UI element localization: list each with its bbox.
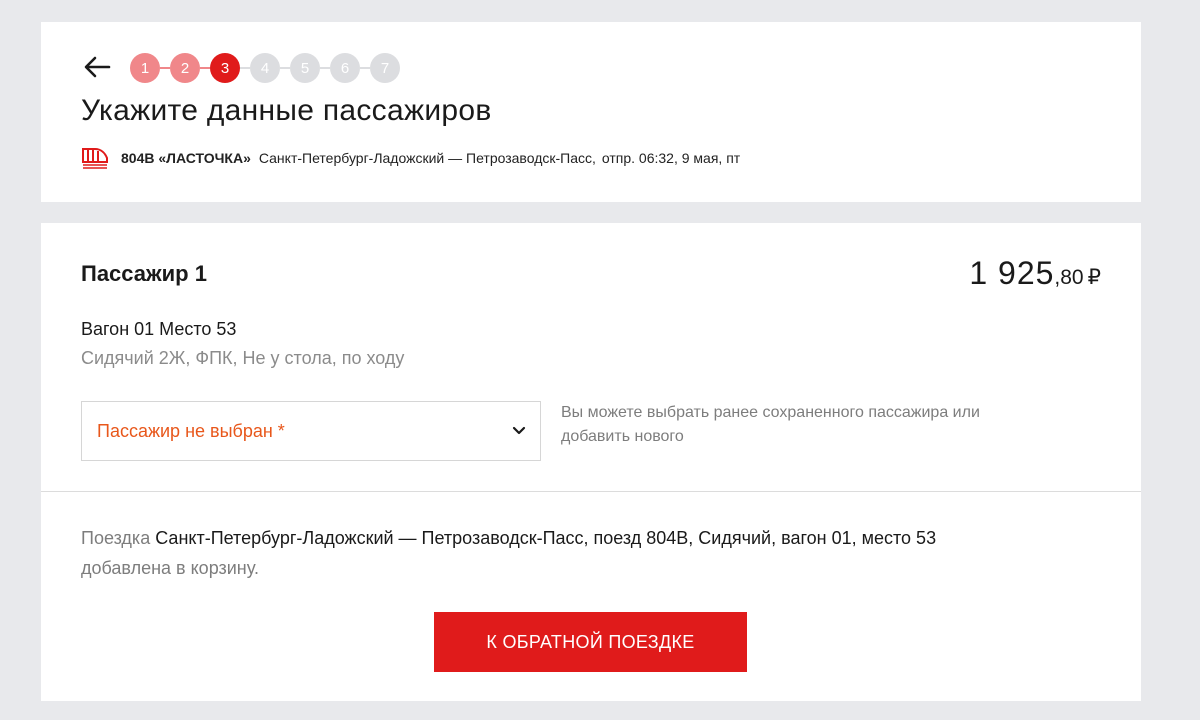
back-arrow-icon[interactable] (81, 53, 113, 81)
page-title: Укажите данные пассажиров (81, 94, 492, 127)
step-1[interactable]: 1 (130, 53, 160, 83)
step-7: 7 (370, 53, 400, 83)
step-2[interactable]: 2 (170, 53, 200, 83)
return-trip-button[interactable]: К ОБРАТНОЙ ПОЕЗДКЕ (434, 612, 747, 672)
booking-header: 1234567 Укажите данные пассажиров 804В «… (41, 22, 1141, 202)
step-connector (160, 67, 170, 69)
departure-time: отпр. 06:32, 9 мая, пт (601, 150, 741, 166)
step-5: 5 (290, 53, 320, 83)
currency-sign: ₽ (1087, 266, 1101, 289)
step-connector (360, 67, 370, 69)
step-connector (200, 67, 210, 69)
seat-details: Сидячий 2Ж, ФПК, Не у стола, по ходу (81, 348, 405, 368)
seat-info: Вагон 01 Место 53 (81, 319, 237, 339)
chevron-down-icon (512, 426, 526, 435)
cart-notice-prefix: Поездка (81, 528, 151, 548)
train-info: 804В «ЛАСТОЧКА» Санкт-Петербург-Ладожски… (81, 147, 740, 169)
train-icon (82, 148, 108, 169)
passenger-select-placeholder: Пассажир не выбран * (97, 420, 285, 441)
step-4: 4 (250, 53, 280, 83)
step-3: 3 (210, 53, 240, 83)
divider (41, 491, 1141, 492)
train-name: 804В «ЛАСТОЧКА» (121, 150, 251, 166)
step-6: 6 (330, 53, 360, 83)
passenger-select-hint: Вы можете выбрать ранее сохраненного пас… (561, 404, 980, 445)
step-connector (240, 67, 250, 69)
passenger-select[interactable]: Пассажир не выбран * (81, 401, 541, 461)
passenger-title: Пассажир 1 (81, 261, 207, 286)
price-fraction: ,80 (1054, 266, 1084, 289)
cart-notice-suffix: добавлена в корзину. (81, 558, 259, 578)
train-route: Санкт-Петербург-Ладожский — Петрозаводск… (258, 150, 596, 166)
step-connector (280, 67, 290, 69)
step-connector (320, 67, 330, 69)
ticket-price: 1 925,80 ₽ (969, 255, 1101, 292)
cart-notice: Поездка Санкт-Петербург-Ладожский — Петр… (81, 523, 1101, 583)
passenger-card: Пассажир 1 1 925,80 ₽ Вагон 01 Место 53 С… (41, 223, 1141, 701)
price-main: 1 925 (969, 255, 1055, 291)
cart-notice-trip: Санкт-Петербург-Ладожский — Петрозаводск… (155, 528, 937, 548)
progress-steps: 1234567 (130, 53, 400, 83)
